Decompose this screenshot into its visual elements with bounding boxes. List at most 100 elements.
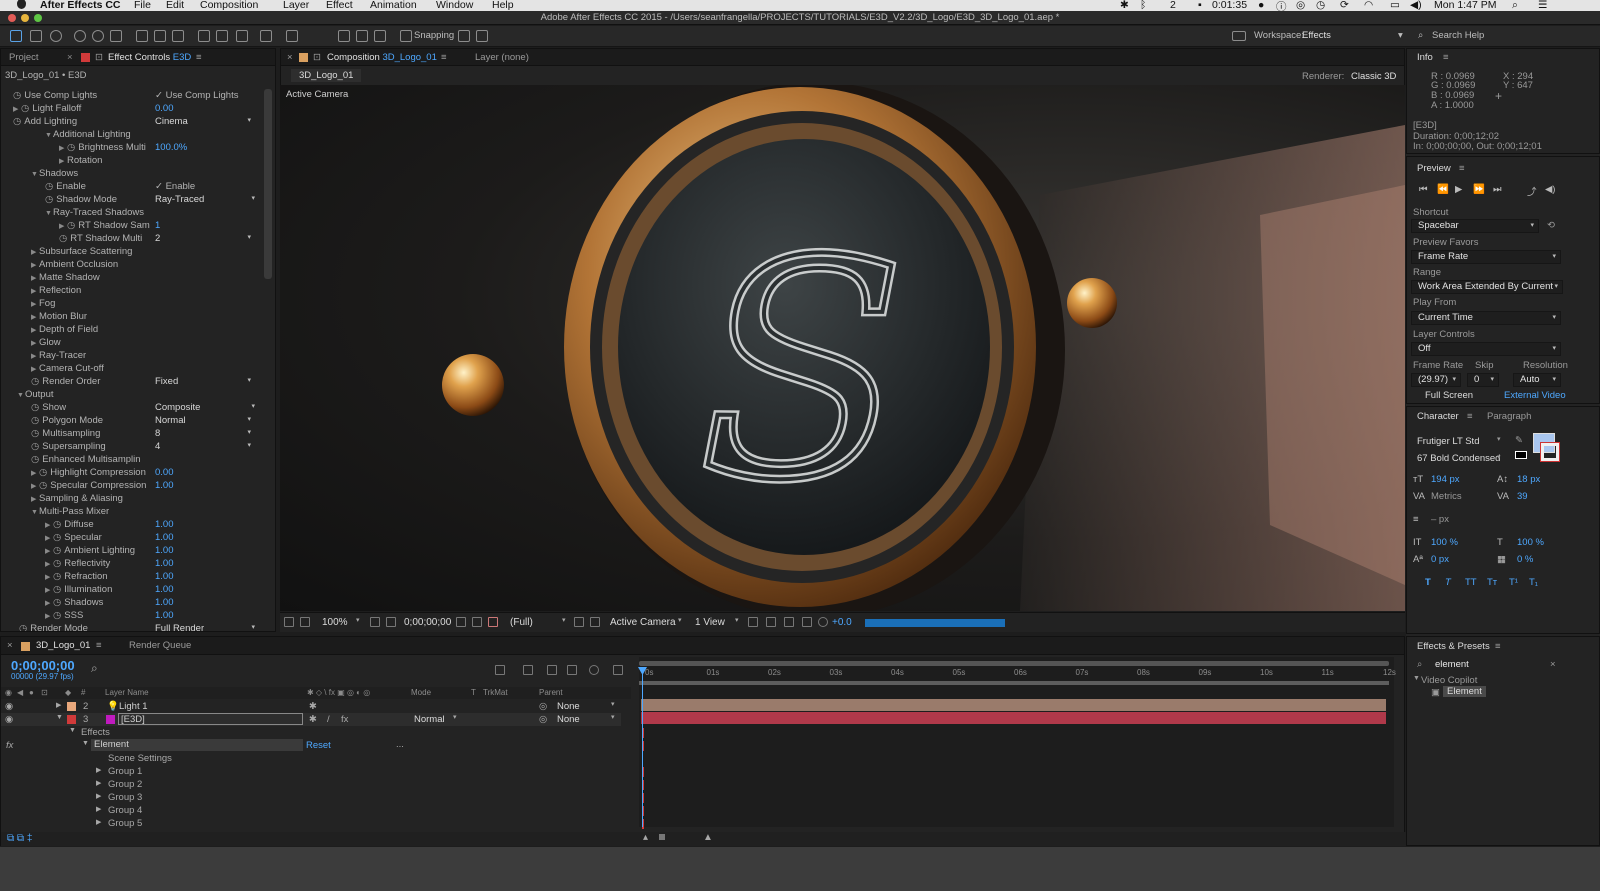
- status-count[interactable]: 2: [1170, 0, 1176, 11]
- effect-child-row[interactable]: ▶ Group 3: [1, 791, 621, 804]
- panel-menu-icon[interactable]: ≡: [441, 52, 447, 63]
- effect-property-row[interactable]: ▼Output: [17, 389, 54, 402]
- effect-property-row[interactable]: ▶ ◷ SSS: [45, 610, 83, 623]
- eraser-tool-icon[interactable]: [236, 30, 248, 42]
- expand-arrow-icon[interactable]: ▶: [31, 352, 39, 360]
- view-layout-dropdown[interactable]: 1 View: [695, 617, 725, 628]
- shy-switch-icon[interactable]: ✱: [309, 714, 317, 725]
- effect-property-row[interactable]: ▶ ◷ Brightness Multi: [59, 142, 146, 155]
- always-preview-icon[interactable]: [284, 617, 294, 627]
- grid-icon[interactable]: [370, 617, 380, 627]
- effect-property-row[interactable]: ◷ Show: [31, 402, 66, 415]
- expand-arrow-icon[interactable]: ▶: [59, 144, 67, 152]
- effect-property-value[interactable]: 1: [155, 220, 160, 233]
- puppet-pin-icon[interactable]: [286, 30, 298, 42]
- superscript-icon[interactable]: T¹: [1509, 577, 1518, 588]
- zoom-dropdown[interactable]: 100%: [322, 617, 348, 628]
- menu-edit[interactable]: Edit: [166, 0, 184, 11]
- tab-paragraph[interactable]: Paragraph: [1487, 411, 1531, 422]
- chevron-down-icon[interactable]: ▾: [735, 616, 739, 624]
- effect-property-row[interactable]: ▶ ◷ Diffuse: [45, 519, 94, 532]
- frame-rate-dropdown[interactable]: (29.97) ▾: [1411, 373, 1461, 387]
- effect-property-row[interactable]: ▶ ◷ Illumination: [45, 584, 112, 597]
- zoom-out-icon[interactable]: ▴: [643, 832, 648, 843]
- tracking-field[interactable]: 39: [1517, 491, 1528, 502]
- kerning-field[interactable]: Metrics: [1431, 491, 1462, 502]
- search-icon[interactable]: ⌕: [91, 661, 98, 676]
- workspace-dropdown[interactable]: Effects: [1302, 30, 1331, 41]
- stopwatch-icon[interactable]: ◷: [13, 116, 21, 127]
- range-dropdown[interactable]: Work Area Extended By Current ▾: [1411, 280, 1563, 294]
- expand-arrow-icon[interactable]: ▶: [31, 339, 39, 347]
- e3d-layer-bar[interactable]: [641, 712, 1386, 724]
- menu-effect[interactable]: Effect: [326, 0, 353, 11]
- baseline-shift-field[interactable]: 0 px: [1431, 554, 1449, 565]
- mute-audio-icon[interactable]: ◀): [1545, 184, 1555, 195]
- pen-tool-icon[interactable]: [154, 30, 166, 42]
- preview-title[interactable]: Preview: [1417, 163, 1451, 174]
- expand-arrow-icon[interactable]: ▶: [31, 274, 39, 282]
- tsume-field[interactable]: 0 %: [1517, 554, 1533, 565]
- chevron-down-icon[interactable]: ▾: [678, 616, 682, 624]
- toggle-pixel-aspect-icon[interactable]: [748, 617, 758, 627]
- effect-property-row[interactable]: ▶ ◷ Refraction: [45, 571, 108, 584]
- axis-local-icon[interactable]: [338, 30, 350, 42]
- eyedropper-icon[interactable]: ✎: [1515, 435, 1523, 446]
- effect-property-row[interactable]: ▶ ◷ RT Shadow Sam: [59, 220, 150, 233]
- resolution-dropdown[interactable]: (Full): [510, 617, 533, 628]
- stopwatch-icon[interactable]: ◷: [45, 181, 53, 192]
- stopwatch-icon[interactable]: ◷: [67, 220, 75, 231]
- full-screen-checkbox[interactable]: Full Screen: [1425, 390, 1473, 401]
- camera-view-dropdown[interactable]: Active Camera: [610, 617, 676, 628]
- chevron-down-icon[interactable]: ▾: [1398, 30, 1403, 41]
- recording-time[interactable]: 0:01:35: [1212, 0, 1247, 11]
- menu-animation[interactable]: Animation: [370, 0, 417, 11]
- reset-link[interactable]: Reset: [306, 740, 331, 751]
- stopwatch-icon[interactable]: ◷: [19, 623, 27, 631]
- timeline-track-area[interactable]: 0s 01s 02s 03s 04s 05s 06s 07s 08s 09s 10s 11s 12s: [638, 657, 1396, 829]
- region-of-interest-icon[interactable]: [574, 617, 584, 627]
- effect-child-row[interactable]: ▶ Group 4: [1, 804, 621, 817]
- all-caps-icon[interactable]: TT: [1465, 577, 1477, 588]
- collapse-arrow-icon[interactable]: ▼: [45, 132, 53, 139]
- effect-property-value[interactable]: 1.00: [155, 519, 174, 532]
- stopwatch-icon[interactable]: ◷: [45, 194, 53, 205]
- snapping-checkbox[interactable]: [400, 30, 412, 42]
- stopwatch-icon[interactable]: ◷: [53, 610, 61, 621]
- collapse-arrow-icon[interactable]: ▼: [56, 714, 63, 721]
- effect-property-dropdown[interactable]: Full Render ▾: [155, 623, 255, 631]
- leading-field[interactable]: 18 px: [1517, 474, 1540, 485]
- comp-flowchart-icon[interactable]: [495, 665, 505, 675]
- composition-viewer[interactable]: Active Camera S S: [280, 85, 1405, 611]
- effect-property-row[interactable]: ▶ Subsurface Scattering: [31, 246, 132, 259]
- expand-arrow-icon[interactable]: ▶: [96, 792, 101, 800]
- previous-frame-icon[interactable]: ⏪: [1437, 184, 1449, 195]
- axis-view-icon[interactable]: [374, 30, 386, 42]
- label-color-swatch[interactable]: [67, 715, 76, 724]
- panel-menu-icon[interactable]: ≡: [1459, 163, 1465, 174]
- stopwatch-icon[interactable]: ◷: [53, 532, 61, 543]
- stopwatch-icon[interactable]: ◷: [59, 233, 67, 244]
- snap-edge-icon[interactable]: [458, 30, 470, 42]
- expand-arrow-icon[interactable]: ▶: [96, 805, 101, 813]
- shy-switch-icon[interactable]: ✱: [309, 701, 317, 712]
- expand-arrow-icon[interactable]: ▶: [59, 157, 67, 165]
- current-time-field[interactable]: 0;00;00;00: [404, 617, 451, 628]
- close-tab-icon[interactable]: ×: [67, 52, 73, 63]
- snapshot-icon[interactable]: [456, 617, 466, 627]
- effect-property-value[interactable]: ✓ Enable: [155, 181, 195, 194]
- effect-property-row[interactable]: ◷ Multisampling: [31, 428, 100, 441]
- menu-help[interactable]: Help: [492, 0, 514, 11]
- notification-icon[interactable]: ☰: [1538, 0, 1547, 11]
- faux-bold-icon[interactable]: T: [1425, 577, 1431, 588]
- zoom-in-icon[interactable]: ▲: [703, 832, 713, 843]
- effect-property-dropdown[interactable]: Cinema ▾: [155, 116, 251, 127]
- effect-property-row[interactable]: ▶ Glow: [31, 337, 61, 350]
- search-icon[interactable]: ⌕: [1418, 30, 1423, 41]
- close-tab-icon[interactable]: ×: [7, 640, 13, 651]
- exposure-value[interactable]: +0.0: [832, 617, 852, 628]
- stopwatch-icon[interactable]: ◷: [67, 142, 75, 153]
- stopwatch-icon[interactable]: ◷: [31, 441, 39, 452]
- effect-property-row[interactable]: ◷ RT Shadow Multi: [59, 233, 142, 246]
- layer-controls-dropdown[interactable]: Off ▾: [1411, 342, 1561, 356]
